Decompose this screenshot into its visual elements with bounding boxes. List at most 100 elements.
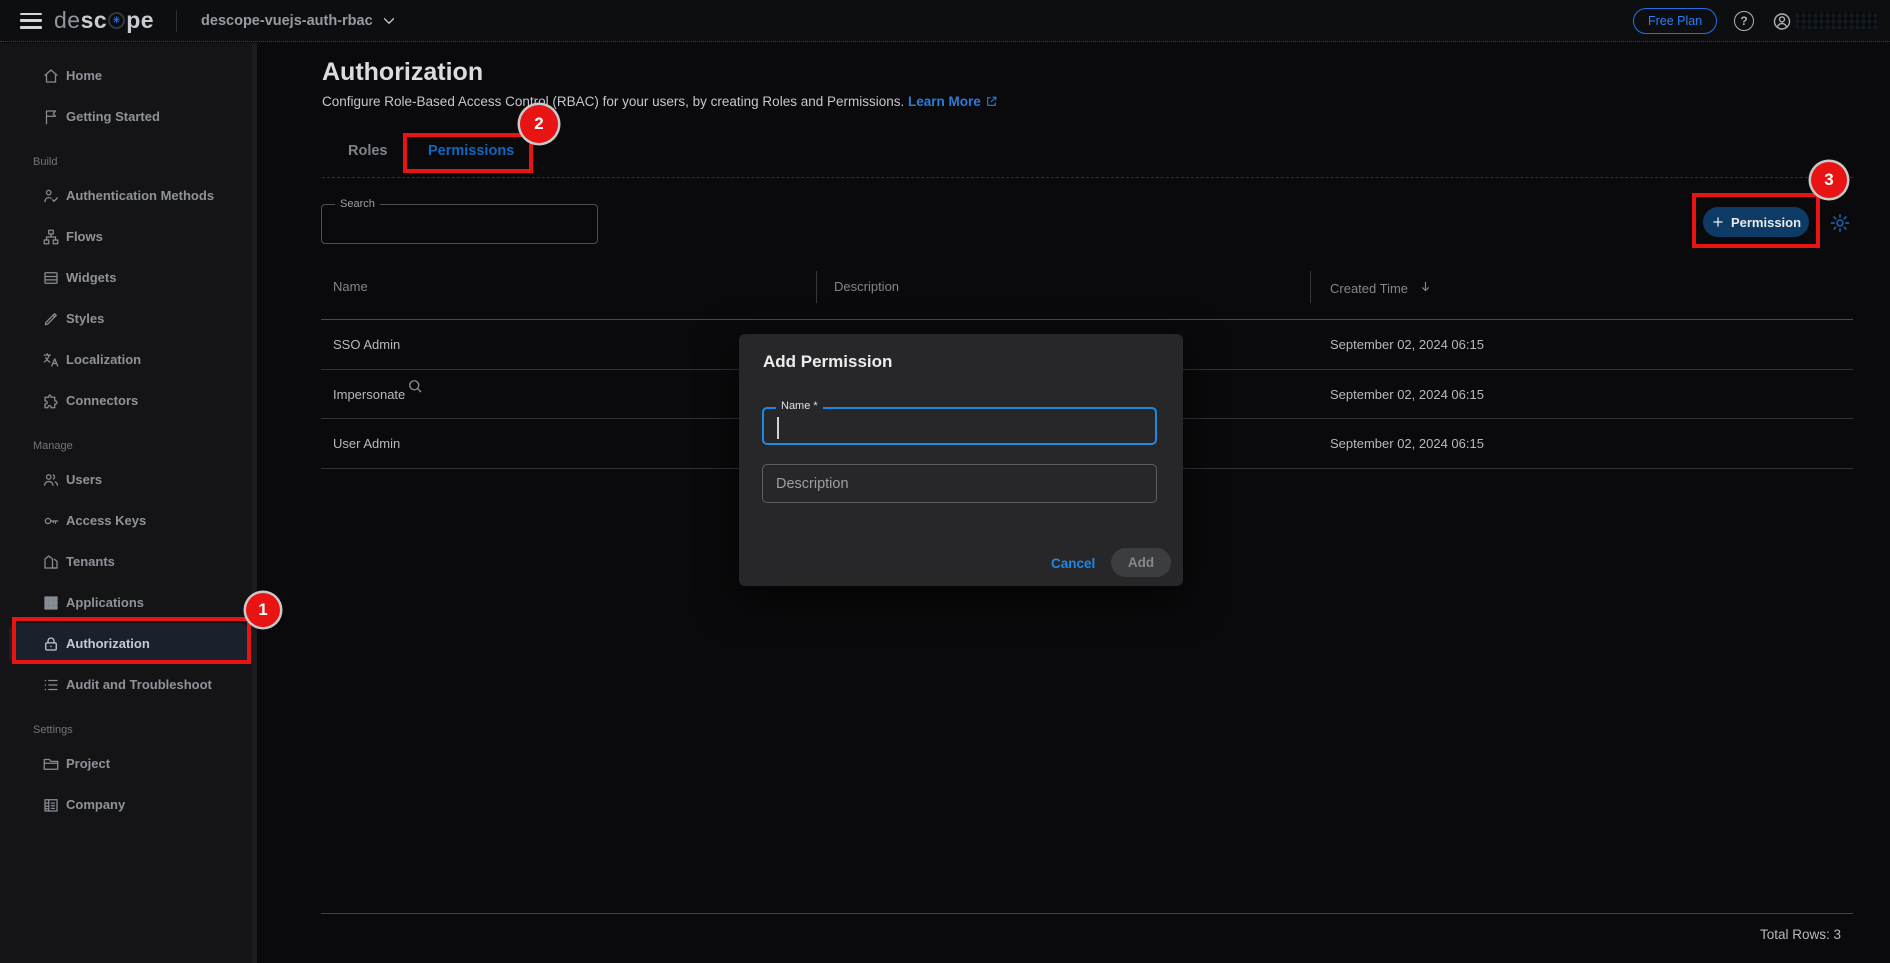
users-icon — [42, 471, 60, 489]
table-row-created-time: September 02, 2024 06:15 — [1330, 337, 1484, 352]
sidebar-item-home[interactable]: Home — [0, 55, 257, 96]
sidebar-item-label: Getting Started — [66, 109, 160, 124]
puzzle-icon — [42, 392, 60, 410]
sidebar-section-manage: Manage — [0, 438, 257, 454]
tab-roles[interactable]: Roles — [348, 143, 388, 159]
add-permission-button-label: Permission — [1731, 215, 1801, 230]
descope-logo: desc✳pe — [54, 7, 154, 34]
column-separator — [1310, 271, 1311, 303]
gear-icon[interactable] — [1829, 212, 1851, 234]
topbar-divider — [176, 10, 177, 32]
search-input[interactable] — [367, 209, 587, 237]
column-separator — [816, 271, 817, 303]
company-building-icon — [42, 796, 60, 814]
total-rows-label: Total Rows: 3 — [1760, 927, 1841, 942]
sidebar-item-label: Connectors — [66, 393, 138, 408]
topbar: desc✳pe descope-vuejs-auth-rbac Free Pla… — [0, 0, 1890, 42]
project-name: descope-vuejs-auth-rbac — [201, 13, 373, 29]
description-input[interactable] — [776, 470, 1141, 497]
add-permission-modal: Add Permission Name * Cancel Add — [739, 334, 1183, 586]
table-row-name[interactable]: User Admin — [333, 436, 400, 451]
name-input[interactable] — [778, 413, 1138, 439]
sidebar-item-styles[interactable]: Styles — [0, 298, 257, 339]
sidebar-item-label: Authentication Methods — [66, 188, 214, 203]
logo-text: sc — [81, 7, 108, 34]
account-icon[interactable] — [1772, 11, 1792, 31]
sidebar-item-label: Widgets — [66, 270, 116, 285]
page-description: Configure Role-Based Access Control (RBA… — [322, 94, 998, 109]
table-row-created-time: September 02, 2024 06:15 — [1330, 387, 1484, 402]
sidebar-item-authentication-methods[interactable]: Authentication Methods — [0, 175, 257, 216]
sidebar: Home Getting Started Build Authenticatio… — [0, 43, 257, 963]
menu-icon[interactable] — [20, 13, 42, 29]
sidebar-item-label: Styles — [66, 311, 104, 326]
external-link-icon — [981, 94, 998, 109]
brush-icon — [42, 310, 60, 328]
free-plan-badge[interactable]: Free Plan — [1633, 8, 1717, 34]
sidebar-item-authorization[interactable]: Authorization — [9, 623, 248, 664]
sidebar-item-label: Tenants — [66, 554, 115, 569]
column-header-name[interactable]: Name — [333, 279, 368, 294]
tab-permissions[interactable]: Permissions — [428, 143, 514, 159]
help-icon[interactable]: ? — [1734, 11, 1754, 31]
tenant-building-icon — [42, 553, 60, 571]
table-row-name[interactable]: SSO Admin — [333, 337, 400, 352]
key-icon — [42, 512, 60, 530]
rows-icon — [42, 269, 60, 287]
sidebar-item-audit-and-troubleshoot[interactable]: Audit and Troubleshoot — [0, 664, 257, 705]
page-title: Authorization — [322, 58, 483, 87]
table-row-name[interactable]: Impersonate — [333, 387, 405, 402]
sidebar-item-widgets[interactable]: Widgets — [0, 257, 257, 298]
add-button[interactable]: Add — [1111, 548, 1171, 577]
column-header-description[interactable]: Description — [834, 279, 899, 294]
name-field — [762, 407, 1157, 445]
sidebar-item-project[interactable]: Project — [0, 743, 257, 784]
column-header-created-time-label: Created Time — [1330, 281, 1408, 296]
column-header-created-time[interactable]: Created Time — [1330, 279, 1433, 297]
table-header-divider — [321, 319, 1853, 320]
learn-more-link[interactable]: Learn More — [908, 94, 981, 109]
sidebar-item-company[interactable]: Company — [0, 784, 257, 825]
plus-icon — [1711, 215, 1725, 229]
grid-icon — [42, 594, 60, 612]
sidebar-item-label: Home — [66, 68, 102, 83]
sidebar-section-settings: Settings — [0, 722, 257, 738]
sidebar-item-applications[interactable]: Applications — [0, 582, 257, 623]
sidebar-item-label: Applications — [66, 595, 144, 610]
project-selector[interactable]: descope-vuejs-auth-rbac — [201, 12, 398, 30]
sidebar-item-label: Audit and Troubleshoot — [66, 677, 212, 692]
home-icon — [42, 67, 60, 85]
page-description-text: Configure Role-Based Access Control (RBA… — [322, 94, 904, 109]
sort-desc-arrow-icon[interactable] — [1418, 279, 1433, 297]
sidebar-item-label: Localization — [66, 352, 141, 367]
sidebar-item-access-keys[interactable]: Access Keys — [0, 500, 257, 541]
sidebar-item-getting-started[interactable]: Getting Started — [0, 96, 257, 137]
sidebar-item-users[interactable]: Users — [0, 459, 257, 500]
sidebar-item-label: Company — [66, 797, 125, 812]
text-caret — [777, 417, 779, 439]
sidebar-item-label: Authorization — [66, 636, 150, 651]
sidebar-item-label: Flows — [66, 229, 103, 244]
sidebar-item-label: Users — [66, 472, 102, 487]
table-row-created-time: September 02, 2024 06:15 — [1330, 436, 1484, 451]
descope-console: desc✳pe descope-vuejs-auth-rbac Free Pla… — [0, 0, 1890, 963]
add-permission-button[interactable]: Permission — [1703, 207, 1809, 237]
logo-text: pe — [126, 7, 154, 34]
logo-text: de — [54, 7, 81, 34]
description-field — [762, 464, 1157, 503]
sidebar-item-flows[interactable]: Flows — [0, 216, 257, 257]
list-icon — [42, 676, 60, 694]
search-icon — [406, 377, 424, 400]
sidebar-item-connectors[interactable]: Connectors — [0, 380, 257, 421]
lock-icon — [42, 635, 60, 653]
logo-asterisk-icon: ✳ — [108, 12, 125, 29]
sidebar-item-label: Project — [66, 756, 110, 771]
chevron-down-icon — [380, 12, 398, 30]
sidebar-item-localization[interactable]: Localization — [0, 339, 257, 380]
name-field-label: Name * — [776, 400, 823, 412]
cancel-button[interactable]: Cancel — [1043, 552, 1103, 575]
redacted-username — [1796, 12, 1878, 29]
tabs-divider — [322, 177, 1853, 178]
flowchart-icon — [42, 228, 60, 246]
sidebar-item-tenants[interactable]: Tenants — [0, 541, 257, 582]
